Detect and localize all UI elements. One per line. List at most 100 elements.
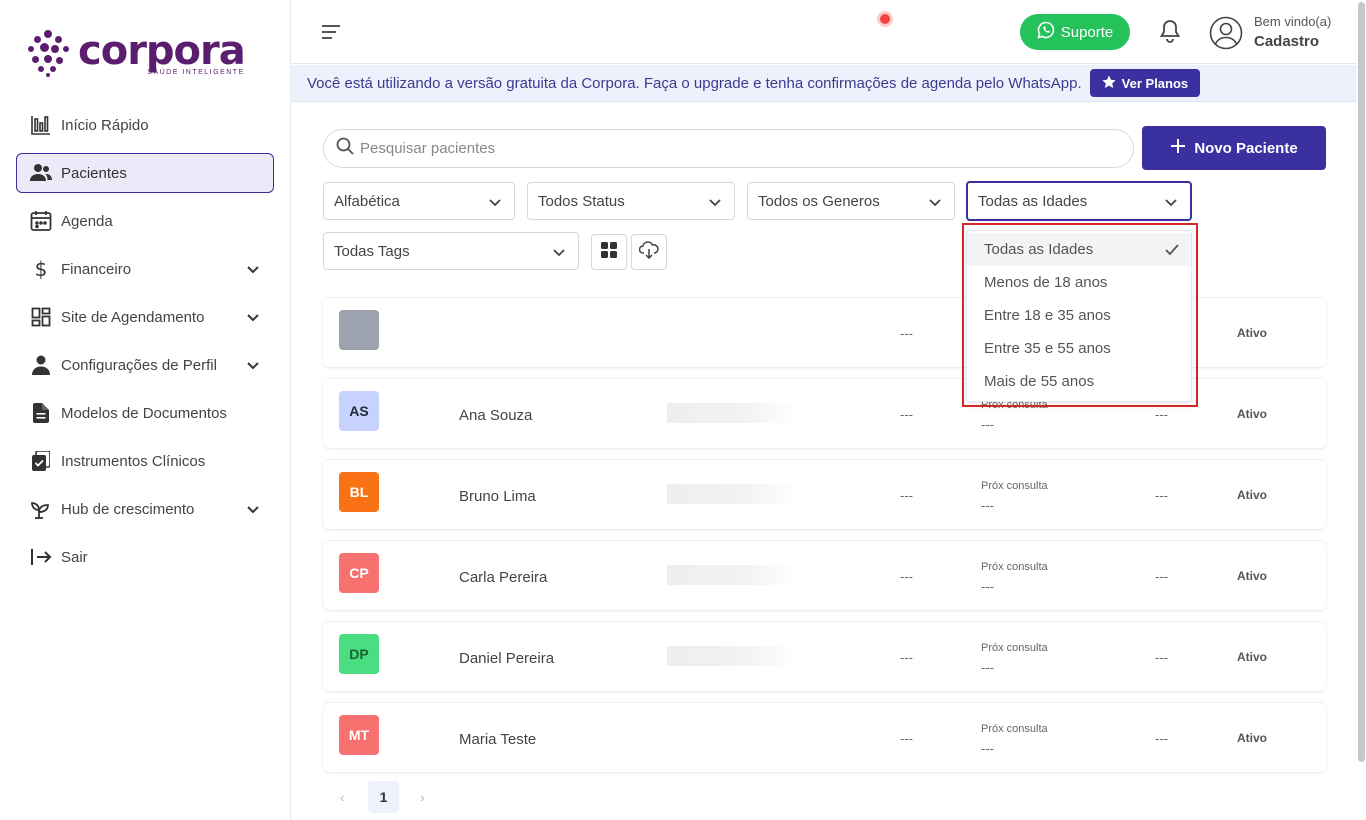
logo-tagline: SAÚDE INTELIGENTE bbox=[147, 68, 245, 76]
pagination-page[interactable]: 1 bbox=[368, 781, 399, 813]
phone-value: --- bbox=[900, 650, 913, 665]
corpora-logo[interactable]: corpora SAÚDE INTELIGENTE bbox=[26, 28, 246, 78]
age-option-label: Menos de 18 anos bbox=[984, 274, 1108, 291]
gender-select[interactable]: Todos os Generos bbox=[747, 182, 955, 220]
sidebar-item-label: Hub de crescimento bbox=[61, 500, 195, 518]
age-option[interactable]: Mais de 55 anos bbox=[967, 365, 1191, 398]
see-plans-button[interactable]: Ver Planos bbox=[1089, 69, 1201, 97]
avatar: MT bbox=[339, 715, 379, 755]
phone-value: --- bbox=[900, 488, 913, 503]
support-label: Suporte bbox=[1060, 23, 1114, 41]
status-select[interactable]: Todos Status bbox=[527, 182, 735, 220]
tags-select[interactable]: Todas Tags bbox=[323, 232, 579, 270]
chevron-down-icon bbox=[488, 195, 502, 209]
whatsapp-icon bbox=[1037, 21, 1055, 43]
order-select[interactable]: Alfabética bbox=[323, 182, 515, 220]
order-select-value: Alfabética bbox=[334, 192, 400, 210]
patient-name: Ana Souza bbox=[459, 407, 533, 424]
sidebar-item-pacientes[interactable]: Pacientes bbox=[16, 153, 274, 193]
sidebar-item-sair[interactable]: Sair bbox=[16, 537, 274, 577]
sidebar-item-site-agendamento[interactable]: Site de Agendamento bbox=[16, 297, 274, 337]
pagination-prev[interactable]: ‹ bbox=[340, 789, 345, 805]
age-option[interactable]: Todas as Idades bbox=[967, 233, 1191, 266]
age-option[interactable]: Menos de 18 anos bbox=[967, 266, 1191, 299]
sidebar-item-inicio-rapido[interactable]: Início Rápido bbox=[16, 105, 274, 145]
chevron-down-icon[interactable] bbox=[245, 358, 261, 374]
table-row[interactable]: CP Carla Pereira --- Próx consulta --- -… bbox=[323, 540, 1326, 610]
top-header: Suporte Bem vindo(a) Cadastro bbox=[291, 0, 1357, 64]
table-row[interactable]: BL Bruno Lima --- Próx consulta --- --- … bbox=[323, 459, 1326, 529]
table-row[interactable]: MT Maria Teste --- Próx consulta --- ---… bbox=[323, 702, 1326, 772]
patient-name: Daniel Pereira bbox=[459, 650, 555, 667]
sidebar-item-label: Início Rápido bbox=[61, 116, 149, 134]
phone-value: --- bbox=[900, 731, 913, 746]
patient-search[interactable] bbox=[323, 129, 1134, 168]
sidebar-item-agenda[interactable]: Agenda bbox=[16, 201, 274, 241]
sprout-icon bbox=[29, 497, 53, 521]
age-select-value: Todas as Idades bbox=[978, 192, 1088, 210]
loading-placeholder bbox=[667, 403, 797, 423]
chevron-down-icon bbox=[552, 245, 566, 259]
gender-select-value: Todos os Generos bbox=[758, 192, 880, 210]
age-select[interactable]: Todas as Idades bbox=[966, 181, 1192, 221]
status-badge: Ativo bbox=[1237, 326, 1267, 340]
menu-toggle-icon[interactable] bbox=[321, 23, 341, 41]
layout-grid-icon bbox=[29, 305, 53, 329]
welcome-text: Bem vindo(a) bbox=[1254, 14, 1332, 29]
clipboard-icon bbox=[29, 449, 53, 473]
username: Cadastro bbox=[1254, 33, 1320, 50]
age-option[interactable]: Entre 35 e 55 anos bbox=[967, 332, 1191, 365]
logo-mark-icon bbox=[26, 28, 72, 78]
bell-icon[interactable] bbox=[1159, 19, 1181, 43]
chevron-down-icon[interactable] bbox=[245, 502, 261, 518]
new-patient-button[interactable]: Novo Paciente bbox=[1142, 126, 1326, 170]
sidebar-item-configuracoes-perfil[interactable]: Configurações de Perfil bbox=[16, 345, 274, 385]
loading-placeholder bbox=[667, 484, 797, 504]
loading-placeholder bbox=[667, 565, 797, 585]
export-button[interactable] bbox=[631, 234, 667, 270]
plus-icon bbox=[1170, 138, 1186, 158]
extra-value: --- bbox=[1155, 569, 1168, 584]
status-badge: Ativo bbox=[1237, 488, 1267, 502]
sidebar-item-label: Agenda bbox=[61, 212, 113, 230]
grid-view-button[interactable] bbox=[591, 234, 627, 270]
new-patient-label: Novo Paciente bbox=[1194, 139, 1298, 157]
table-row[interactable]: DP Daniel Pereira --- Próx consulta --- … bbox=[323, 621, 1326, 691]
notification-dot bbox=[880, 14, 890, 24]
extra-value: --- bbox=[1155, 488, 1168, 503]
tags-select-value: Todas Tags bbox=[334, 242, 410, 260]
sidebar-item-instrumentos-clinicos[interactable]: Instrumentos Clínicos bbox=[16, 441, 274, 481]
scrollbar-thumb[interactable] bbox=[1358, 2, 1365, 762]
sidebar-nav: Início Rápido Pacientes Agenda $ Finance… bbox=[16, 105, 274, 585]
sidebar-item-label: Configurações de Perfil bbox=[61, 356, 217, 374]
status-badge: Ativo bbox=[1237, 407, 1267, 421]
chevron-down-icon[interactable] bbox=[245, 310, 261, 326]
extra-value: --- bbox=[1155, 407, 1168, 422]
chevron-down-icon[interactable] bbox=[245, 262, 261, 278]
search-icon bbox=[336, 137, 354, 160]
phone-value: --- bbox=[900, 569, 913, 584]
sidebar-item-financeiro[interactable]: $ Financeiro bbox=[16, 249, 274, 289]
user-avatar-icon[interactable] bbox=[1209, 16, 1243, 50]
status-badge: Ativo bbox=[1237, 650, 1267, 664]
upgrade-banner: Você está utilizando a versão gratuita d… bbox=[291, 65, 1357, 102]
pagination-next[interactable]: › bbox=[420, 789, 425, 805]
next-appointment-label: Próx consulta bbox=[981, 480, 1048, 492]
check-icon bbox=[1165, 243, 1179, 256]
age-option[interactable]: Entre 18 e 35 anos bbox=[967, 299, 1191, 332]
sidebar-item-label: Modelos de Documentos bbox=[61, 404, 227, 422]
patient-name: Bruno Lima bbox=[459, 488, 536, 505]
support-button[interactable]: Suporte bbox=[1020, 14, 1130, 50]
sidebar: corpora SAÚDE INTELIGENTE Início Rápido … bbox=[0, 0, 291, 820]
sidebar-item-label: Site de Agendamento bbox=[61, 308, 205, 326]
age-dropdown-menu: Todas as Idades Menos de 18 anos Entre 1… bbox=[966, 230, 1192, 402]
age-option-label: Todas as Idades bbox=[984, 241, 1094, 258]
logout-icon bbox=[29, 545, 53, 569]
sidebar-item-hub-crescimento[interactable]: Hub de crescimento bbox=[16, 489, 274, 529]
dollar-icon: $ bbox=[34, 257, 48, 281]
sidebar-item-modelos-documentos[interactable]: Modelos de Documentos bbox=[16, 393, 274, 433]
search-input[interactable] bbox=[360, 140, 1060, 157]
users-icon bbox=[29, 161, 53, 185]
avatar: DP bbox=[339, 634, 379, 674]
chart-bar-icon bbox=[29, 113, 53, 137]
